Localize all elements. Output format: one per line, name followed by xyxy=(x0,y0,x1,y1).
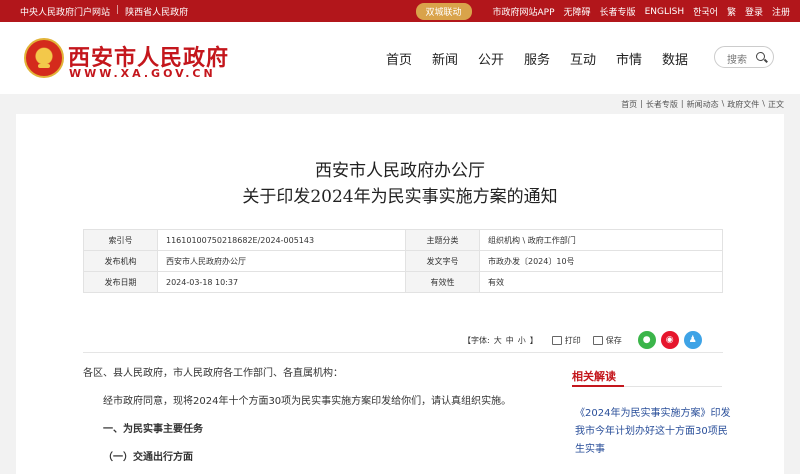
crumb-elderly[interactable]: 长者专版 xyxy=(646,99,678,110)
doc-title-line2: 关于印发2024年为民实事实施方案的通知 xyxy=(242,187,558,207)
meta-value: 组织机构 \ 政府工作部门 xyxy=(479,229,723,251)
share-icons: ● ◉ ♟ xyxy=(637,331,702,349)
related-article-link[interactable]: 《2024年为民实事实施方案》印发 我市今年计划办好这十方面30项民生实事 xyxy=(575,405,735,459)
printer-icon xyxy=(551,335,562,345)
print-label: 打印 xyxy=(564,335,581,345)
crumb-home[interactable]: 首页 xyxy=(621,99,637,110)
article-tools: 【字体: 大 中 小 】 打印 保存 ● ◉ ♟ xyxy=(461,331,702,349)
search-box[interactable]: 搜索 xyxy=(714,46,774,68)
main-nav: 首页 新闻 公开 服务 互动 市情 数据 xyxy=(376,49,698,68)
link-central-gov[interactable]: 中央人民政府门户网站 xyxy=(20,5,116,18)
link-elderly[interactable]: 长者专版 xyxy=(600,5,636,18)
save-icon xyxy=(592,335,603,345)
meta-key: 主题分类 xyxy=(405,229,480,251)
doc-meta-table: 索引号 11610100750218682E/2024-005143 主题分类 … xyxy=(83,229,723,293)
doc-title-line1: 西安市人民政府办公厅 xyxy=(315,161,485,181)
link-shaanxi-gov[interactable]: 陕西省人民政府 xyxy=(119,5,194,18)
tools-divider xyxy=(83,352,723,353)
crumb-sep: \ xyxy=(762,99,765,108)
qq-icon[interactable]: ♟ xyxy=(683,331,702,349)
meta-row: 发布日期 2024-03-18 10:37 有效性 有效 xyxy=(83,271,723,293)
search-icon[interactable] xyxy=(756,52,765,61)
font-large-button[interactable]: 大 xyxy=(494,335,502,346)
meta-row: 发布机构 西安市人民政府办公厅 发文字号 市政办发〔2024〕10号 xyxy=(83,250,723,272)
top-separator: | xyxy=(116,5,120,15)
font-label: 【字体: xyxy=(463,335,490,345)
link-korean[interactable]: 한국어 xyxy=(693,5,718,18)
crumb-sep: \ xyxy=(721,99,725,108)
breadcrumb: 首页 | 长者专版 | 新闻动态 \ 政府文件 \ 正文 xyxy=(621,99,784,110)
meta-value: 有效 xyxy=(479,271,723,293)
meta-key: 发文字号 xyxy=(405,250,480,272)
subsection-heading: （一）交通出行方面 xyxy=(103,452,193,463)
nav-data[interactable]: 数据 xyxy=(652,49,698,68)
crumb-current: 正文 xyxy=(768,100,784,109)
sidebar-underline xyxy=(572,385,722,387)
crumb-sep: | xyxy=(640,99,643,108)
link-english[interactable]: ENGLISH xyxy=(645,7,685,17)
meta-value: 市政办发〔2024〕10号 xyxy=(479,250,723,272)
nav-service[interactable]: 服务 xyxy=(514,49,560,68)
font-size-control: 【字体: 大 中 小 】 xyxy=(461,335,540,346)
link-traditional[interactable]: 繁 xyxy=(727,5,736,18)
top-right-links: 双城联动 市政府网站APP 无障碍 长者专版 ENGLISH 한국어 繁 登录 … xyxy=(415,3,790,20)
meta-value: 11610100750218682E/2024-005143 xyxy=(157,229,406,251)
wechat-icon[interactable]: ● xyxy=(637,331,656,349)
link-register[interactable]: 注册 xyxy=(772,5,790,18)
font-small-button[interactable]: 小 xyxy=(518,335,526,346)
nav-city-info[interactable]: 市情 xyxy=(606,49,652,68)
site-domain: WWW.XA.GOV.CN xyxy=(69,67,216,80)
link-accessibility[interactable]: 无障碍 xyxy=(564,5,591,18)
meta-key: 发布机构 xyxy=(83,250,158,272)
crumb-sep: | xyxy=(680,99,684,108)
crumb-news[interactable]: 新闻动态 xyxy=(687,99,719,110)
body-salutation: 各区、县人民政府，市人民政府各工作部门、各直属机构： xyxy=(83,368,343,379)
site-header: 西安市人民政府 WWW.XA.GOV.CN 首页 新闻 公开 服务 互动 市情 … xyxy=(0,22,800,94)
link-app[interactable]: 市政府网站APP xyxy=(493,5,555,18)
dual-city-button[interactable]: 双城联动 xyxy=(415,3,472,20)
nav-home[interactable]: 首页 xyxy=(376,49,422,68)
weibo-icon[interactable]: ◉ xyxy=(660,331,679,349)
print-button[interactable]: 打印 xyxy=(551,335,581,346)
meta-key: 有效性 xyxy=(405,271,480,293)
nav-news[interactable]: 新闻 xyxy=(422,49,468,68)
article-panel: 西安市人民政府办公厅 关于印发2024年为民实事实施方案的通知 索引号 1161… xyxy=(16,114,784,474)
crumb-gov-docs[interactable]: 政府文件 xyxy=(727,99,759,110)
meta-value: 西安市人民政府办公厅 xyxy=(157,250,406,272)
top-left-links: 中央人民政府门户网站 | 陕西省人民政府 xyxy=(20,5,194,18)
save-label: 保存 xyxy=(605,335,622,345)
nav-interact[interactable]: 互动 xyxy=(560,49,606,68)
section-heading: 一、为民实事主要任务 xyxy=(103,424,203,435)
meta-value: 2024-03-18 10:37 xyxy=(157,271,406,293)
link-login[interactable]: 登录 xyxy=(745,5,763,18)
body-paragraph: 经市政府同意，现将2024年十个方面30项为民实事实施方案印发给你们，请认真组织… xyxy=(103,396,512,407)
nav-public[interactable]: 公开 xyxy=(468,49,514,68)
national-emblem-icon[interactable] xyxy=(24,38,64,78)
meta-key: 发布日期 xyxy=(83,271,158,293)
search-placeholder: 搜索 xyxy=(727,55,747,66)
meta-row: 索引号 11610100750218682E/2024-005143 主题分类 … xyxy=(83,229,723,251)
save-button[interactable]: 保存 xyxy=(592,335,622,346)
related-interpretation-title: 相关解读 xyxy=(572,370,616,383)
font-label-end: 】 xyxy=(529,335,538,345)
font-medium-button[interactable]: 中 xyxy=(506,335,514,346)
top-bar: 中央人民政府门户网站 | 陕西省人民政府 双城联动 市政府网站APP 无障碍 长… xyxy=(0,0,800,22)
meta-key: 索引号 xyxy=(83,229,158,251)
